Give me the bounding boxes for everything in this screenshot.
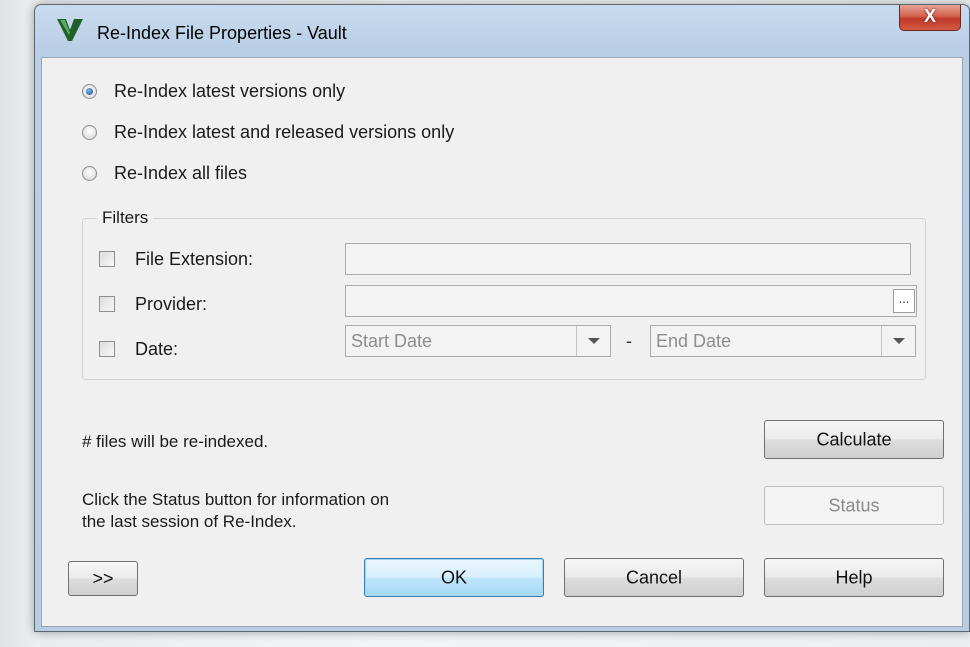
radio-button-selected[interactable] bbox=[82, 83, 97, 99]
date-filter[interactable]: Date: bbox=[99, 337, 178, 361]
chevron-down-icon[interactable] bbox=[881, 326, 915, 356]
status-button[interactable]: Status bbox=[764, 486, 944, 525]
ok-button-label: OK bbox=[440, 567, 467, 587]
file-extension-input[interactable] bbox=[345, 243, 911, 275]
end-date-dropdown[interactable]: End Date bbox=[650, 325, 916, 357]
date-range-separator: - bbox=[626, 331, 632, 351]
title-bar[interactable]: Re-Index File Properties - Vault X bbox=[35, 5, 969, 57]
files-count-message: # files will be re-indexed. bbox=[82, 432, 269, 451]
close-icon: X bbox=[923, 6, 936, 26]
status-info-line-1: Click the Status button for information … bbox=[82, 490, 390, 509]
radio-latest-released-versions[interactable]: Re-Index latest and released versions on… bbox=[82, 120, 454, 144]
vault-app-icon bbox=[57, 19, 83, 41]
radio-all-files[interactable]: Re-Index all files bbox=[82, 161, 247, 185]
radio-latest-versions[interactable]: Re-Index latest versions only bbox=[82, 79, 345, 103]
file-extension-label: File Extension: bbox=[135, 248, 254, 269]
provider-checkbox[interactable] bbox=[99, 296, 115, 312]
date-label: Date: bbox=[135, 338, 179, 359]
provider-filter[interactable]: Provider: bbox=[99, 292, 207, 316]
radio-label: Re-Index latest versions only bbox=[114, 80, 346, 101]
filters-group: Filters File Extension: Provider: ... Da… bbox=[82, 208, 926, 380]
radio-label: Re-Index all files bbox=[114, 162, 248, 183]
date-checkbox[interactable] bbox=[99, 341, 115, 357]
expand-button-label: >> bbox=[92, 568, 114, 588]
provider-input[interactable]: ... bbox=[345, 285, 917, 317]
filters-legend: Filters bbox=[97, 208, 154, 228]
cancel-button[interactable]: Cancel bbox=[564, 558, 744, 597]
expand-button[interactable]: >> bbox=[68, 561, 138, 596]
chevron-down-icon[interactable] bbox=[576, 326, 610, 356]
radio-button[interactable] bbox=[82, 165, 97, 181]
end-date-placeholder: End Date bbox=[656, 331, 732, 351]
help-button-label: Help bbox=[835, 567, 873, 587]
cancel-button-label: Cancel bbox=[625, 567, 683, 587]
status-button-label: Status bbox=[828, 495, 880, 515]
help-button[interactable]: Help bbox=[764, 558, 944, 597]
provider-label: Provider: bbox=[135, 293, 208, 314]
file-extension-checkbox[interactable] bbox=[99, 251, 115, 267]
dialog-client-area: Re-Index latest versions only Re-Index l… bbox=[41, 57, 963, 627]
start-date-placeholder: Start Date bbox=[351, 331, 433, 351]
calculate-button[interactable]: Calculate bbox=[764, 420, 944, 459]
ok-button[interactable]: OK bbox=[364, 558, 544, 597]
provider-browse-button[interactable]: ... bbox=[893, 289, 915, 313]
close-button[interactable]: X bbox=[899, 5, 961, 31]
start-date-dropdown[interactable]: Start Date bbox=[345, 325, 611, 357]
file-extension-filter[interactable]: File Extension: bbox=[99, 247, 253, 271]
radio-button[interactable] bbox=[82, 124, 97, 140]
calculate-button-label: Calculate bbox=[816, 429, 892, 449]
status-info-line-2: the last session of Re-Index. bbox=[82, 512, 297, 531]
window-title: Re-Index File Properties - Vault bbox=[97, 23, 347, 43]
radio-label: Re-Index latest and released versions on… bbox=[114, 121, 455, 142]
re-index-dialog: Re-Index File Properties - Vault X Re-In… bbox=[34, 4, 970, 632]
